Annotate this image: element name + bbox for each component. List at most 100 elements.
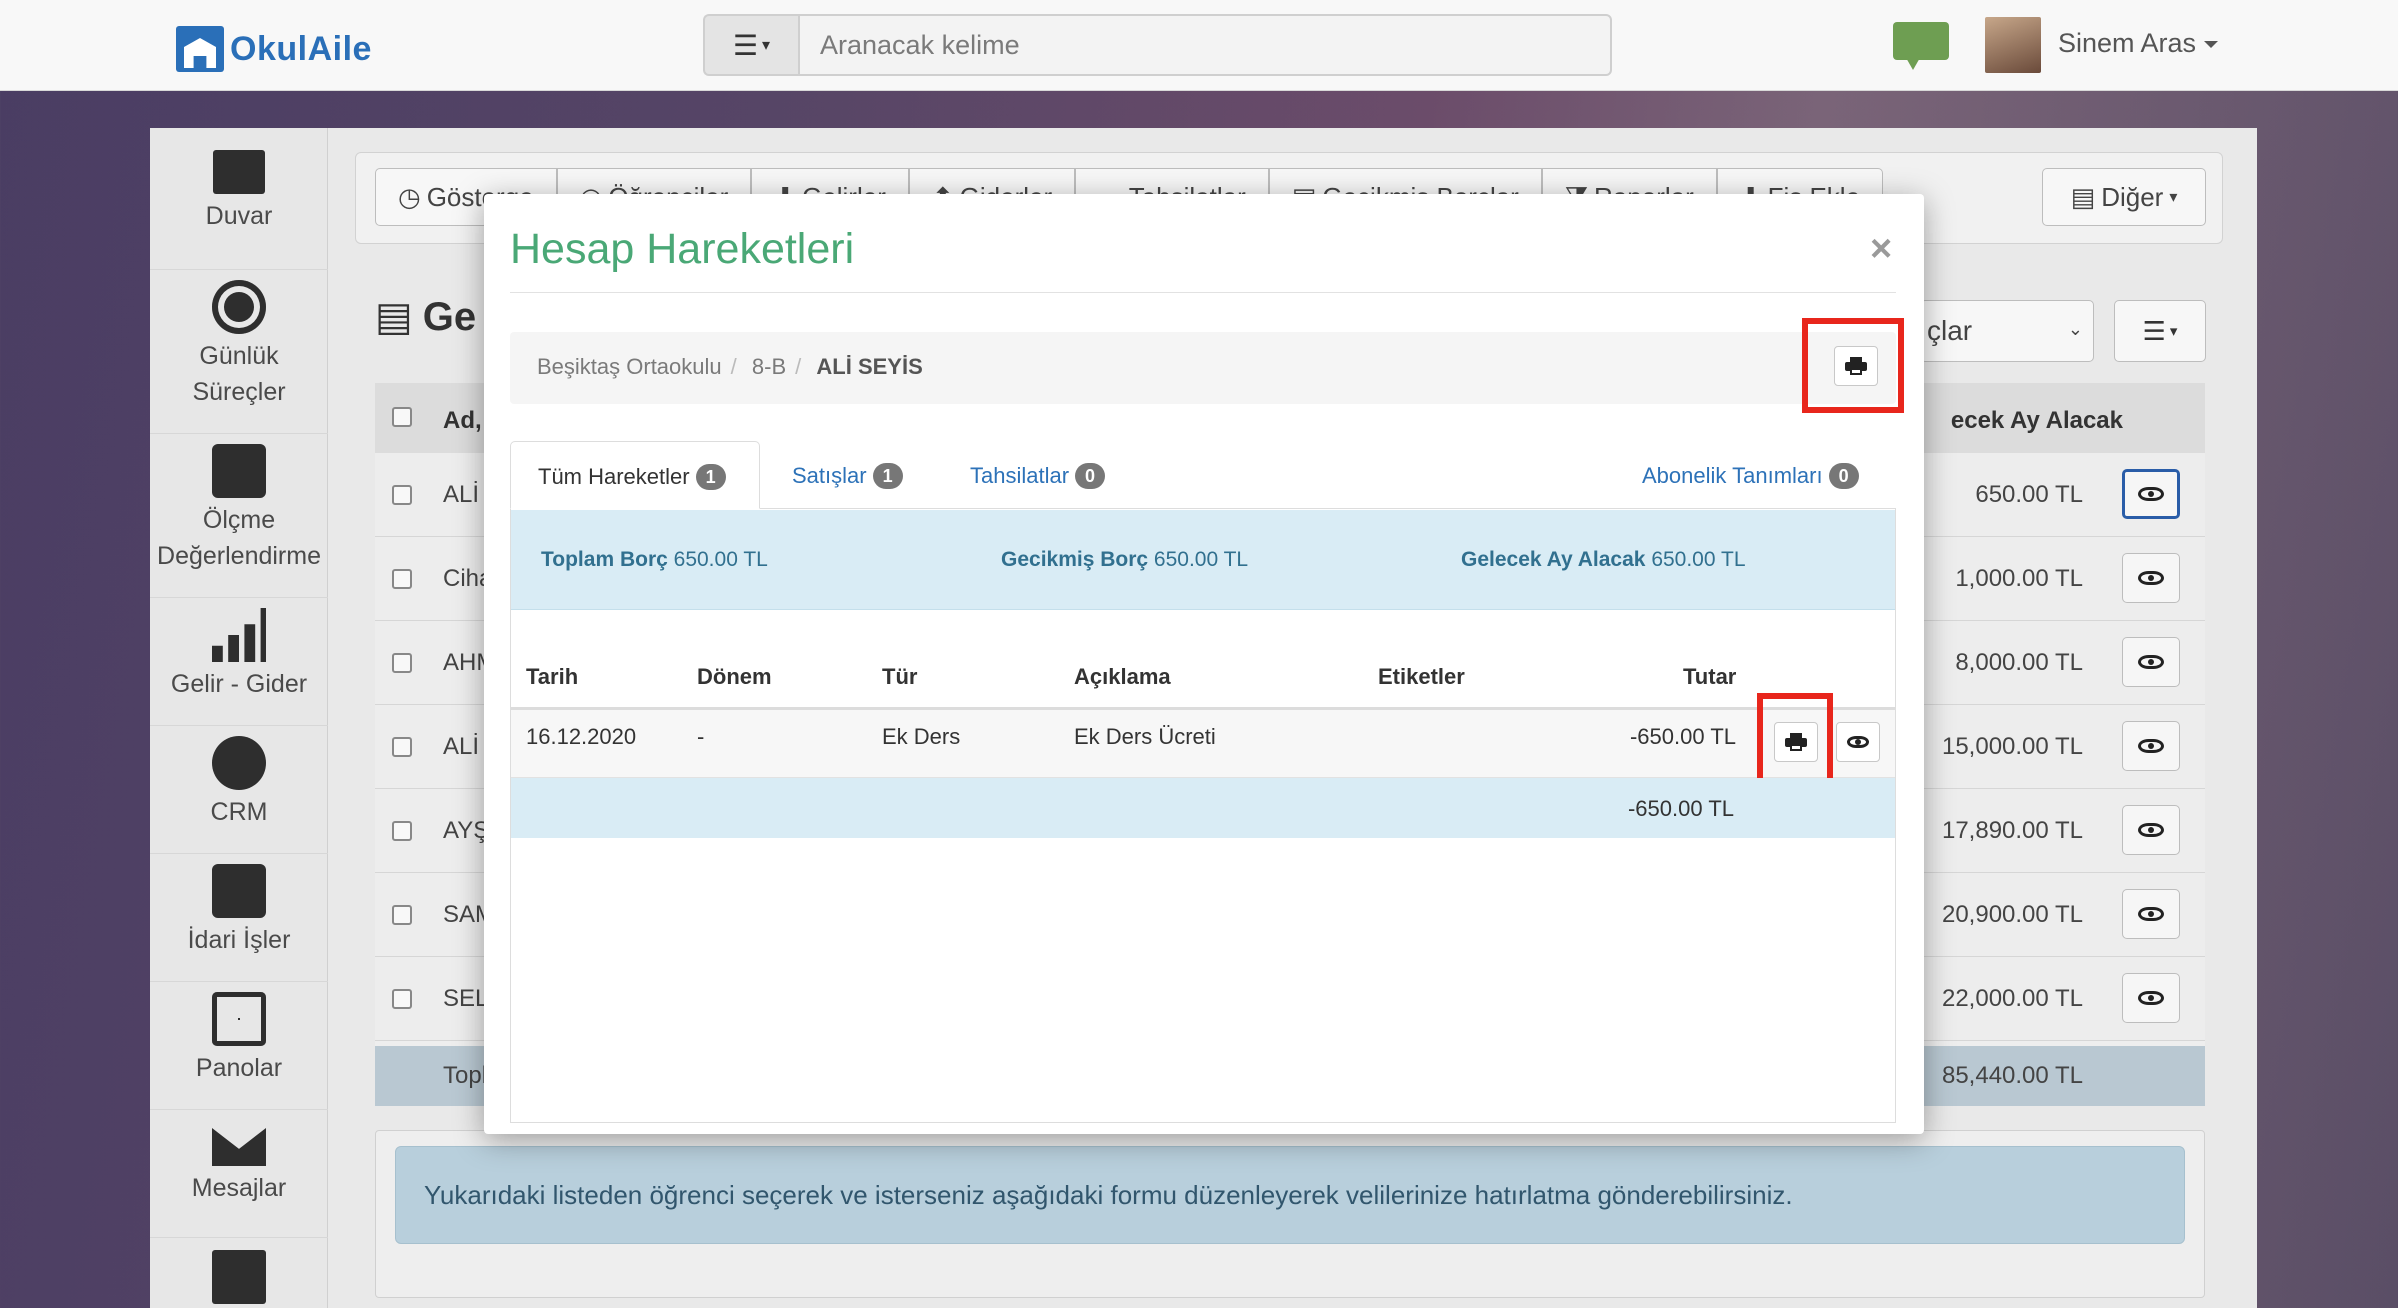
total-amount: -650.00 TL: [1627, 796, 1734, 821]
total-amount: 85,440.00 TL: [1941, 1062, 2083, 1089]
diger-label: Diğer: [2101, 181, 2164, 212]
eye-icon: [2138, 823, 2164, 837]
pulse-monitor-icon: [212, 444, 266, 498]
amount: 8,000.00 TL: [1955, 649, 2083, 676]
tab-abonelik-tanimlari[interactable]: Abonelik Tanımları 0: [1642, 441, 1859, 509]
list-menu-button[interactable]: ☰ ▾: [2114, 300, 2206, 362]
user-name: Sinem Aras: [2058, 28, 2197, 58]
list-icon: ☰: [732, 29, 759, 61]
sidebar-item-gelir-gider[interactable]: Gelir - Gider: [150, 598, 328, 726]
sidebar-item-panolar[interactable]: Panolar: [150, 982, 328, 1110]
tab-satislar[interactable]: Satışlar 1: [792, 441, 903, 509]
row-checkbox[interactable]: [392, 905, 412, 925]
search-group: ☰ ▾: [703, 14, 1612, 76]
amount: 17,890.00 TL: [1941, 817, 2083, 844]
row-checkbox[interactable]: [392, 737, 412, 757]
student-name: SEL: [443, 985, 489, 1012]
view-button[interactable]: [2122, 805, 2180, 855]
sidebar-item-idari-isler[interactable]: İdari İşler: [150, 854, 328, 982]
list-alt-icon: ▤: [2070, 181, 2096, 212]
count-badge: 0: [1075, 463, 1106, 489]
cell-tutar: -650.00 TL: [1629, 724, 1736, 749]
tab-label: Tüm Hareketler: [538, 464, 690, 489]
view-button[interactable]: [2122, 889, 2180, 939]
list-alt-icon: ▤: [375, 295, 413, 339]
amount: 15,000.00 TL: [1941, 733, 2083, 760]
list-icon: ☰: [2142, 315, 2166, 346]
breadcrumb-class[interactable]: 8-B: [752, 354, 786, 379]
view-button[interactable]: [2122, 637, 2180, 687]
search-input[interactable]: [798, 14, 1612, 76]
close-icon[interactable]: ×: [1870, 228, 1892, 271]
tab-tum-hareketler[interactable]: Tüm Hareketler 1: [510, 441, 760, 509]
sidebar-item-family[interactable]: [150, 1238, 328, 1308]
filter-select[interactable]: çlar ⌄: [1920, 300, 2094, 362]
total-label: Topl: [443, 1062, 488, 1089]
print-row-button[interactable]: [1774, 722, 1818, 762]
printer-icon: [1845, 357, 1867, 375]
sidebar-item-label: Günlük Süreçler: [192, 342, 286, 406]
view-button[interactable]: [2122, 553, 2180, 603]
sidebar-item-mesajlar[interactable]: Mesajlar: [150, 1110, 328, 1238]
dashboard-icon: ◷: [398, 181, 421, 212]
okulaile-logo[interactable]: OkulAile: [176, 26, 372, 72]
filter-select-value: çlar: [1927, 315, 1973, 346]
summary-value: 650.00 TL: [1651, 548, 1746, 571]
logo-text: OkulAile: [230, 29, 372, 68]
summary-value: 650.00 TL: [1153, 548, 1249, 571]
user-menu[interactable]: Sinem Aras: [2058, 28, 2219, 59]
sidebar-item-label: İdari İşler: [187, 926, 291, 954]
panel-title: ▤ Ge: [375, 294, 476, 340]
view-button[interactable]: [2122, 469, 2180, 519]
chat-icon[interactable]: [1893, 22, 1949, 70]
diger-dropdown-button[interactable]: ▤ Diğer ▾: [2042, 168, 2206, 226]
amount: 22,000.00 TL: [1941, 985, 2083, 1012]
bar-chart-icon: [212, 608, 266, 662]
chat-bubbles-icon: [212, 736, 266, 790]
header-amount: ecek Ay Alacak: [1950, 407, 2123, 434]
caret-down-icon: ▾: [2169, 323, 2178, 340]
search-menu-button[interactable]: ☰ ▾: [703, 14, 798, 76]
family-icon: [212, 1250, 266, 1304]
sidebar-item-crm[interactable]: CRM: [150, 726, 328, 854]
caret-down-icon: ▾: [762, 37, 771, 54]
row-checkbox[interactable]: [392, 989, 412, 1009]
view-button[interactable]: [2122, 721, 2180, 771]
sidebar: Duvar Günlük Süreçler Ölçme Değerlendirm…: [150, 128, 328, 1308]
tab-tahsilatlar[interactable]: Tahsilatlar 0: [970, 441, 1106, 509]
print-statement-button[interactable]: [1834, 346, 1878, 386]
summary-label: Gelecek Ay Alacak: [1461, 548, 1646, 571]
column-header-tutar: Tutar: [1683, 664, 1737, 689]
sidebar-item-label: CRM: [210, 798, 268, 826]
column-header-aciklama: Açıklama: [1074, 664, 1171, 689]
eye-icon: [1847, 736, 1869, 748]
printer-icon: [1785, 733, 1807, 751]
count-badge: 1: [695, 464, 726, 490]
summary-value: 650.00 TL: [673, 548, 768, 571]
modal-title: Hesap Hareketleri: [510, 225, 855, 273]
row-checkbox[interactable]: [392, 569, 412, 589]
chevron-down-icon: ⌄: [2067, 319, 2083, 339]
breadcrumb-school[interactable]: Beşiktaş Ortaokulu: [537, 354, 722, 379]
avatar[interactable]: [1985, 17, 2041, 73]
header-name: Ad,: [443, 407, 482, 434]
view-button[interactable]: [2122, 973, 2180, 1023]
select-all-checkbox[interactable]: [392, 407, 412, 427]
cell-donem: -: [697, 724, 705, 749]
summary-gelecek-ay-alacak: Gelecek Ay Alacak 650.00 TL: [1461, 548, 1746, 572]
row-checkbox[interactable]: [392, 821, 412, 841]
row-checkbox[interactable]: [392, 485, 412, 505]
view-row-button[interactable]: [1836, 722, 1880, 762]
cell-aciklama: Ek Ders Ücreti: [1074, 724, 1216, 749]
summary-label: Gecikmiş Borç: [1001, 548, 1149, 571]
eye-icon: [2138, 739, 2164, 753]
row-checkbox[interactable]: [392, 653, 412, 673]
sidebar-item-duvar[interactable]: Duvar: [150, 142, 328, 270]
tab-label: Tahsilatlar: [970, 463, 1070, 488]
sidebar-item-label: Panolar: [195, 1054, 283, 1082]
sidebar-item-gunluk-surecler[interactable]: Günlük Süreçler: [150, 270, 328, 434]
clock-icon: [212, 280, 266, 334]
sidebar-item-olcme-degerlendirme[interactable]: Ölçme Değerlendirme: [150, 434, 328, 598]
summary-label: Toplam Borç: [541, 548, 668, 571]
calendar-icon: [212, 992, 266, 1046]
